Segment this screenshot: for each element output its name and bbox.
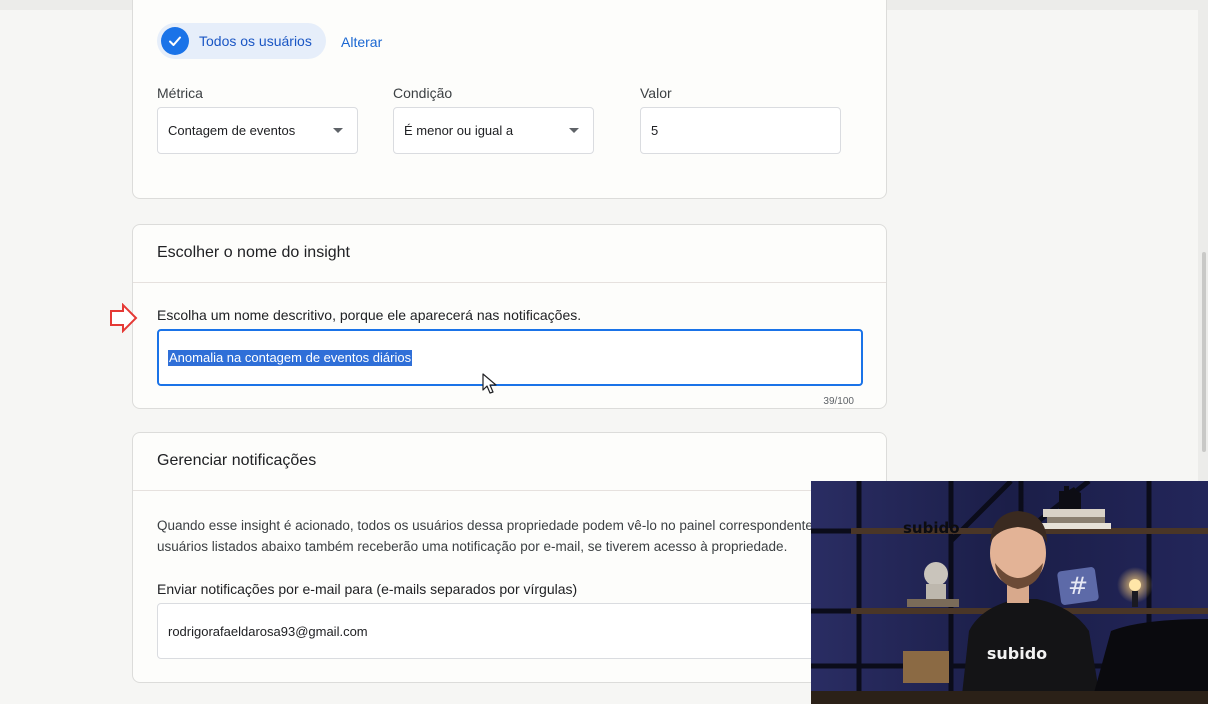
notifications-description-line: usuários listados abaixo também receberã… — [157, 539, 788, 554]
insight-name-title: Escolher o nome do insight — [157, 244, 350, 261]
red-arrow-icon — [110, 303, 138, 333]
check-circle-icon — [161, 27, 189, 55]
notifications-title: Gerenciar notificações — [157, 452, 317, 469]
shirt-logo: subido — [987, 644, 1047, 663]
condition-select[interactable]: É menor ou igual a — [393, 107, 594, 154]
notifications-card: Gerenciar notificações Quando esse insig… — [132, 432, 887, 683]
metric-label: Métrica — [157, 85, 203, 101]
notifications-description-line: Quando esse insight é acionado, todos os… — [157, 518, 813, 533]
dropdown-caret-icon — [569, 128, 579, 133]
notifications-description: Quando esse insight é acionado, todos os… — [157, 515, 837, 557]
condition-card: Todos os usuários Alterar Métrica Contag… — [132, 0, 887, 199]
brand-sign: subido — [903, 519, 960, 537]
audience-chip-label: Todos os usuários — [199, 33, 312, 49]
insight-name-input[interactable]: Anomalia na contagem de eventos diários — [157, 329, 863, 386]
metric-select-value: Contagem de eventos — [168, 123, 296, 138]
webcam-overlay: # subido subido — [811, 481, 1208, 704]
insight-name-card: Escolher o nome do insight Escolha um no… — [132, 224, 887, 409]
divider — [133, 490, 886, 491]
change-audience-button[interactable]: Alterar — [341, 34, 382, 50]
character-counter: 39/100 — [823, 396, 854, 407]
value-label: Valor — [640, 85, 672, 101]
email-field-value: rodrigorafaeldarosa93@gmail.com — [168, 623, 368, 639]
condition-label: Condição — [393, 85, 453, 101]
audience-chip[interactable]: Todos os usuários — [157, 23, 326, 59]
email-field-label: Enviar notificações por e-mail para (e-m… — [157, 581, 578, 597]
value-input-text: 5 — [651, 123, 659, 138]
email-field[interactable]: rodrigorafaeldarosa93@gmail.com — [157, 603, 863, 659]
mouse-pointer-icon — [482, 373, 497, 394]
insight-name-input-value: Anomalia na contagem de eventos diários — [168, 349, 413, 366]
metric-select[interactable]: Contagem de eventos — [157, 107, 358, 154]
scrollbar-thumb[interactable] — [1202, 252, 1206, 452]
dropdown-caret-icon — [333, 128, 343, 133]
divider — [133, 282, 886, 283]
value-input[interactable]: 5 — [640, 107, 841, 154]
webcam-scene: # subido subido — [811, 481, 1208, 704]
hash-sign: # — [1068, 572, 1088, 600]
insight-name-description: Escolha um nome descritivo, porque ele a… — [157, 307, 582, 323]
condition-select-value: É menor ou igual a — [404, 123, 514, 138]
